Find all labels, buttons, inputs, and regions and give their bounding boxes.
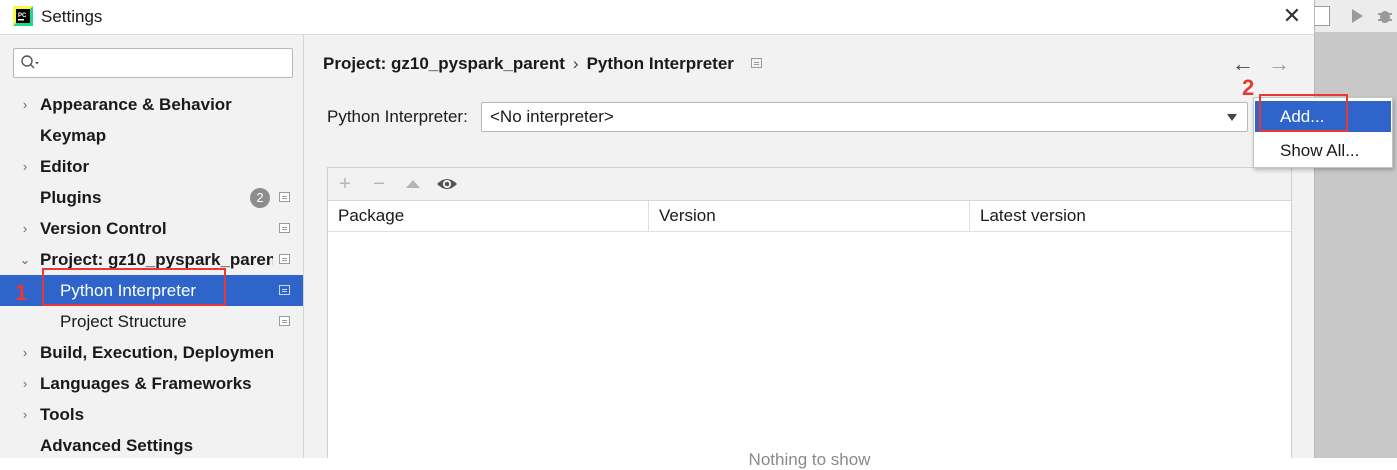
breadcrumb-project: Project: gz10_pyspark_parent <box>323 54 565 73</box>
chevron-down-icon[interactable]: ⌄ <box>18 244 32 275</box>
chevron-right-icon[interactable]: › <box>18 213 32 244</box>
add-package-button[interactable]: + <box>334 172 356 196</box>
chevron-right-icon[interactable]: › <box>18 368 32 399</box>
settings-page-icon <box>279 192 290 202</box>
sidebar-item-keymap[interactable]: Keymap <box>0 120 303 151</box>
forward-arrow-icon[interactable]: → <box>1268 51 1290 77</box>
settings-page-icon <box>279 223 290 233</box>
column-header-package[interactable]: Package <box>328 201 649 231</box>
remove-package-button[interactable]: − <box>368 172 390 196</box>
sidebar-item-label: Advanced Settings <box>40 436 194 455</box>
sidebar-item-version-control[interactable]: › Version Control <box>0 213 303 244</box>
sidebar-item-plugins[interactable]: Plugins 2 <box>0 182 303 213</box>
settings-content: Project: gz10_pyspark_parent › Python Inte… <box>304 35 1314 469</box>
settings-page-icon <box>279 254 290 264</box>
eye-icon[interactable] <box>436 176 458 192</box>
sidebar-item-label: Plugins <box>40 188 102 207</box>
sidebar-item-build-execution-deployment[interactable]: › Build, Execution, Deployment <box>0 337 303 368</box>
sidebar-item-label: Editor <box>40 157 90 176</box>
packages-table-header: Package Version Latest version <box>328 201 1291 232</box>
pycharm-logo-icon: PC <box>13 6 33 26</box>
settings-search-input[interactable] <box>13 48 293 78</box>
upgrade-package-icon[interactable] <box>406 180 420 188</box>
sidebar-item-label: Appearance & Behavior <box>40 95 232 114</box>
empty-table-message: Nothing to show <box>748 450 871 469</box>
sidebar-item-label: Version Control <box>40 219 167 238</box>
sidebar-item-project-structure[interactable]: Project Structure <box>0 306 303 337</box>
breadcrumb-page: Python Interpreter <box>586 54 734 73</box>
annotation-highlight-box-1 <box>42 268 226 306</box>
column-header-version[interactable]: Version <box>649 201 970 231</box>
svg-text:PC: PC <box>18 13 27 19</box>
sidebar-item-label: Tools <box>40 405 85 424</box>
background-ide-area <box>1315 0 1397 458</box>
chevron-right-icon[interactable]: › <box>18 399 32 430</box>
chevron-right-icon[interactable]: › <box>18 151 32 182</box>
breadcrumb: Project: gz10_pyspark_parent › Python Inte… <box>323 54 734 74</box>
settings-page-icon <box>279 285 290 295</box>
dialog-title: Settings <box>41 7 103 26</box>
sidebar-item-label: Build, Execution, Deployment <box>40 343 273 362</box>
debug-icon[interactable] <box>1375 6 1395 26</box>
close-icon: ✕ <box>1282 3 1302 28</box>
interpreter-label: Python Interpreter: <box>327 107 468 126</box>
close-button[interactable]: ✕ <box>1280 3 1304 28</box>
sidebar-item-editor[interactable]: › Editor <box>0 151 303 182</box>
settings-page-icon <box>751 58 762 68</box>
settings-sidebar: › Appearance & Behavior Keymap › Editor … <box>0 35 304 458</box>
back-arrow-icon[interactable]: ← <box>1232 51 1254 77</box>
packages-toolbar: + − <box>328 168 1291 201</box>
dropdown-arrow-icon <box>1227 114 1237 121</box>
chevron-right-icon[interactable]: › <box>18 337 32 368</box>
sidebar-item-tools[interactable]: › Tools <box>0 399 303 430</box>
packages-panel: + − Package Version Latest version Nothi… <box>327 167 1292 469</box>
column-header-latest-version[interactable]: Latest version <box>970 201 1291 231</box>
interpreter-select[interactable]: <No interpreter> <box>481 102 1248 132</box>
settings-page-icon <box>279 316 290 326</box>
title-bar: PC Settings ✕ <box>0 0 1314 35</box>
sidebar-item-label: Keymap <box>40 126 107 145</box>
sidebar-item-advanced-settings[interactable]: Advanced Settings <box>0 430 303 461</box>
sidebar-item-appearance-behavior[interactable]: › Appearance & Behavior <box>0 89 303 120</box>
breadcrumb-separator: › <box>572 54 579 73</box>
menu-item-show-all[interactable]: Show All... <box>1255 135 1391 166</box>
annotation-step-1: 1 <box>15 280 28 305</box>
run-icon[interactable] <box>1347 6 1367 26</box>
plugins-update-badge: 2 <box>250 188 270 208</box>
sidebar-item-languages-frameworks[interactable]: › Languages & Frameworks <box>0 368 303 399</box>
chevron-right-icon[interactable]: › <box>18 89 32 120</box>
settings-dialog: PC Settings ✕ › Appearance & Behavior Ke… <box>0 0 1315 469</box>
search-icon <box>21 55 39 69</box>
sidebar-item-label: Project Structure <box>60 312 187 331</box>
sidebar-item-label: Languages & Frameworks <box>40 374 252 393</box>
interpreter-value: <No interpreter> <box>490 107 614 126</box>
annotation-highlight-box-2 <box>1259 94 1348 132</box>
